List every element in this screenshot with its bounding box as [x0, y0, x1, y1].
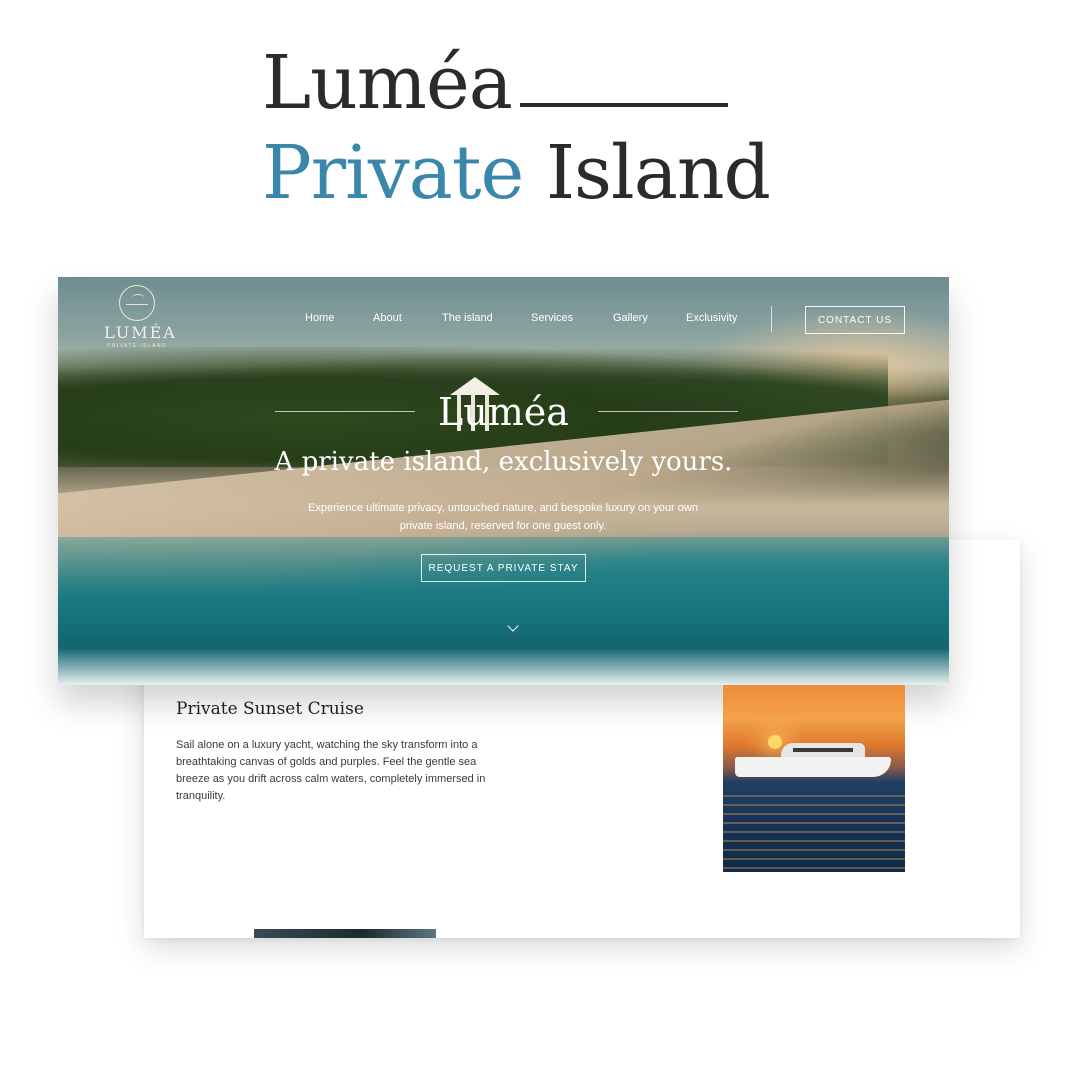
yacht-window — [793, 748, 853, 752]
yacht-hull — [735, 757, 891, 777]
logo-tagline: PRIVATE ISLAND — [107, 343, 167, 349]
hero-subtitle: A private island, exclusively yours. — [274, 447, 733, 477]
logo[interactable]: LUMÉA PRIVATE ISLAND — [104, 285, 177, 349]
hero-title: Luméa — [438, 390, 569, 434]
section-title: Private Sunset Cruise — [176, 699, 364, 719]
nav-item-gallery[interactable]: Gallery — [613, 312, 648, 324]
sea-reflection — [723, 795, 905, 872]
nav-divider — [771, 306, 772, 332]
section-body: Sail alone on a luxury yacht, watching t… — [176, 739, 486, 802]
brand-subtitle: Private Island — [262, 136, 771, 210]
headline-rule — [520, 103, 728, 107]
logo-name: LUMÉA — [104, 323, 177, 342]
hero-section: LUMÉA PRIVATE ISLAND Home About The isla… — [58, 277, 949, 685]
contact-us-button[interactable]: CONTACT US — [805, 306, 905, 334]
sun — [768, 735, 782, 749]
subtitle-rest: Island — [545, 130, 771, 216]
nav-item-about[interactable]: About — [373, 312, 402, 324]
nav-item-the-island[interactable]: The island — [442, 312, 493, 324]
request-stay-button[interactable]: REQUEST A PRIVATE STAY — [421, 554, 586, 582]
logo-emblem-icon — [119, 285, 155, 321]
nav-item-services[interactable]: Services — [531, 312, 573, 324]
nav-item-exclusivity[interactable]: Exclusivity — [686, 312, 737, 324]
brand-title: Luméa — [262, 40, 513, 126]
nav-item-home[interactable]: Home — [305, 312, 334, 324]
yacht-image — [723, 685, 905, 872]
hero-description: Experience ultimate privacy, untouched n… — [308, 502, 698, 532]
hero-title-block: Luméa — [58, 389, 949, 439]
next-section-image — [254, 929, 436, 938]
subtitle-accent: Private — [262, 130, 524, 216]
